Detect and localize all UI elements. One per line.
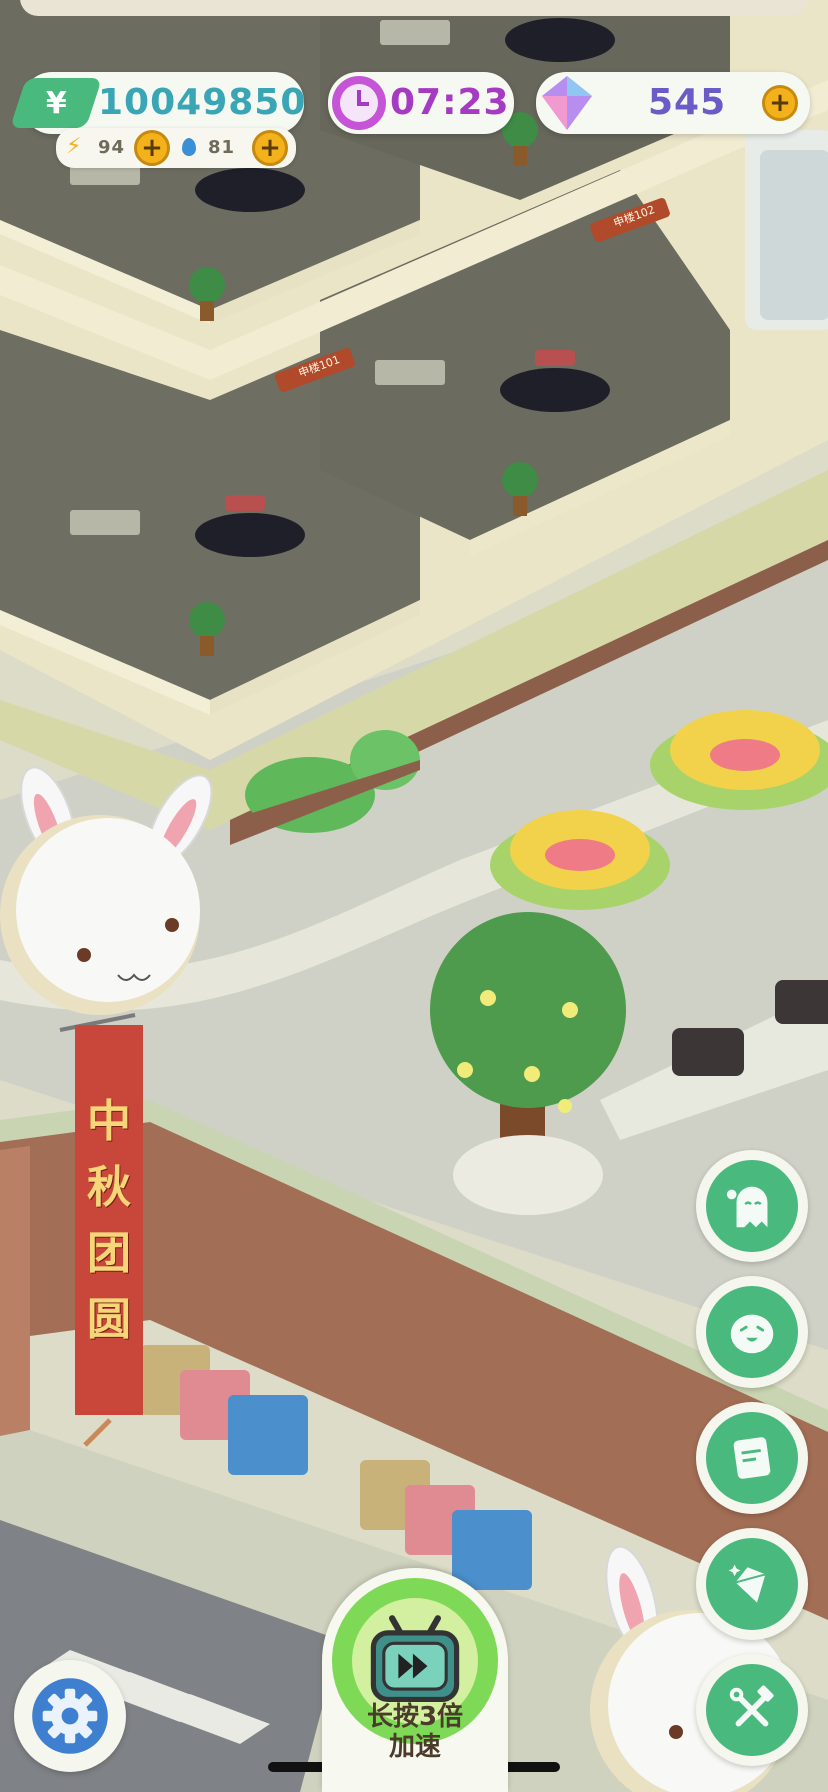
emoji-button[interactable]: [696, 1276, 808, 1388]
diamond-icon: [728, 1564, 766, 1603]
notes-button[interactable]: [696, 1402, 808, 1514]
festival-banner: 中 秋 团 圆: [75, 1100, 143, 1342]
settings-button[interactable]: [14, 1660, 126, 1772]
ghost-icon: [726, 1186, 768, 1228]
energy-value: 94: [98, 137, 126, 158]
add-gems-button[interactable]: +: [762, 85, 798, 121]
gear-icon: [32, 1678, 108, 1754]
money-counter[interactable]: ¥ 10049850: [9, 72, 307, 134]
speed-up-label-line2: 加速: [388, 1732, 441, 1762]
gem-shop-button[interactable]: [696, 1528, 808, 1640]
money-value: 10049850: [98, 82, 307, 123]
tools-button[interactable]: [696, 1654, 808, 1766]
add-energy-button[interactable]: +: [134, 130, 170, 166]
water-value: 81: [208, 137, 236, 158]
lightning-icon: ⚡: [66, 134, 82, 159]
game-scene: [0, 0, 828, 1792]
resources-bar: ⚡ 94 + 81 +: [56, 128, 296, 168]
add-water-button[interactable]: +: [252, 130, 288, 166]
gem-counter[interactable]: 545 +: [536, 72, 810, 134]
clock-icon: [332, 76, 386, 130]
gem-value: 545: [648, 82, 727, 123]
notepad-icon: [733, 1437, 771, 1479]
ghost-button[interactable]: [696, 1150, 808, 1262]
timer-counter: 07:23: [328, 72, 514, 134]
timer-value: 07:23: [390, 82, 510, 123]
banner-char-1: 中: [87, 1096, 131, 1147]
hammer-wrench-icon: [729, 1685, 774, 1727]
laughing-face-icon: [730, 1314, 774, 1354]
gem-icon: [538, 74, 596, 132]
yen-icon: ¥: [9, 78, 103, 128]
banner-char-2: 秋: [87, 1162, 131, 1213]
banner-char-3: 团: [87, 1228, 131, 1279]
speed-up-label: 长按3倍 加速: [322, 1702, 508, 1762]
fast-forward-tv-icon: [370, 1615, 460, 1703]
speed-up-button[interactable]: 长按3倍 加速: [322, 1568, 508, 1792]
banner-char-4: 圆: [87, 1294, 131, 1345]
speed-up-label-line1: 长按3倍: [366, 1702, 464, 1732]
water-drop-icon: [182, 138, 196, 156]
